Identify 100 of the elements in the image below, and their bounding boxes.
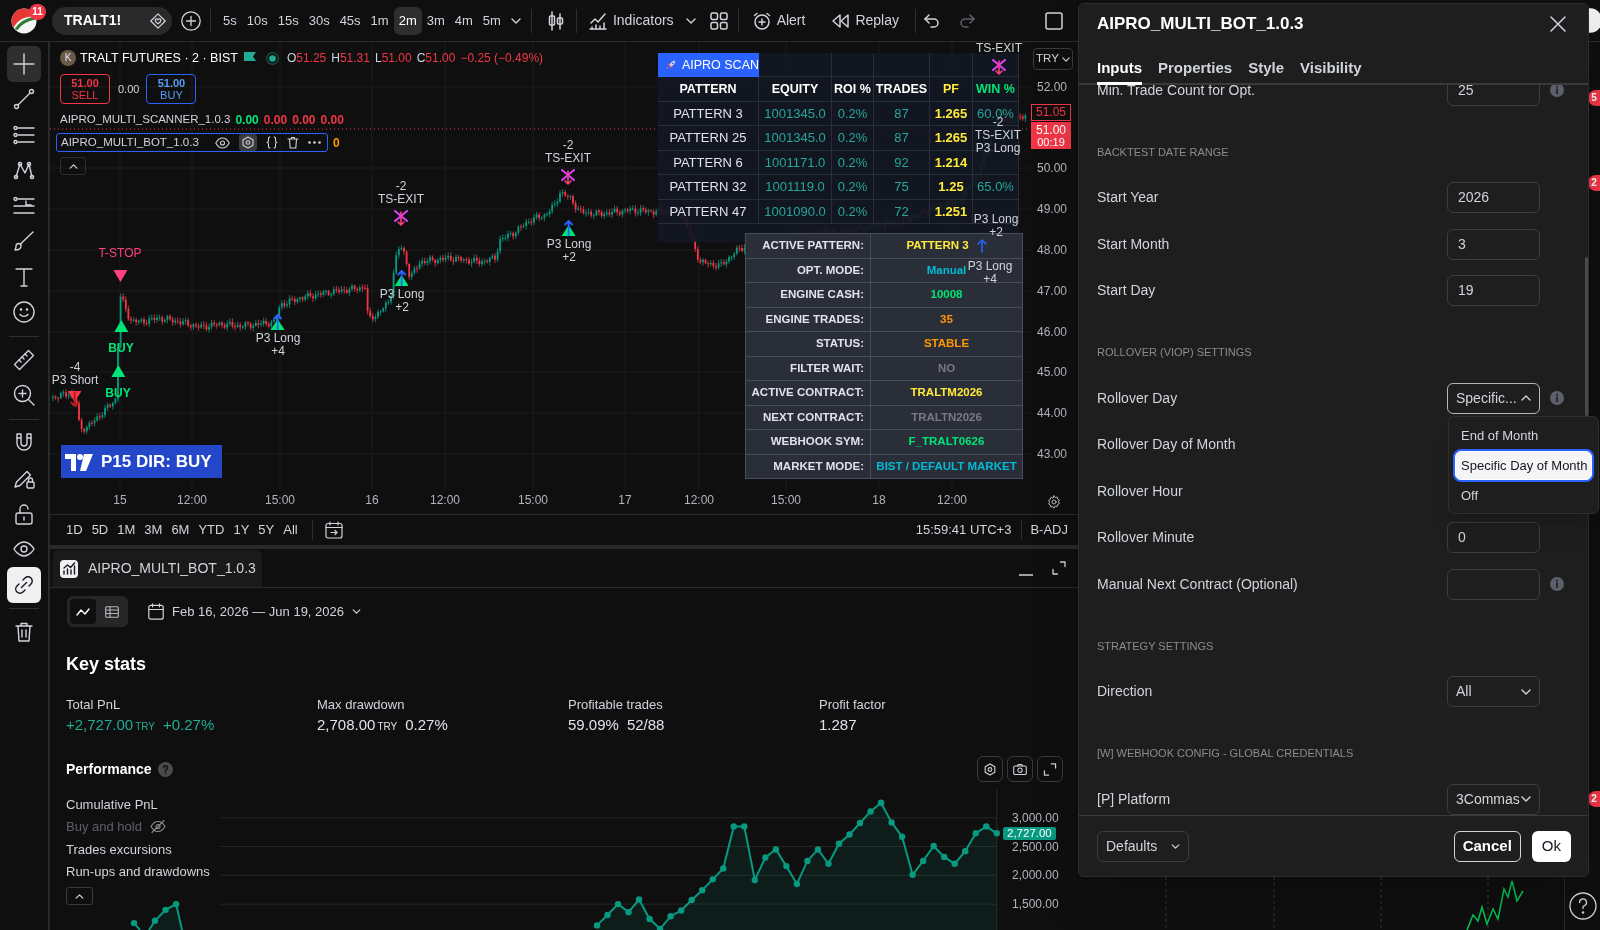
caret-icon[interactable] — [510, 17, 521, 24]
dropdown-option[interactable]: Off — [1455, 481, 1592, 510]
interval-button[interactable]: 5m — [477, 6, 506, 35]
stat-label: Total PnL — [66, 696, 122, 714]
dropdown[interactable]: All — [1447, 676, 1540, 708]
candlestick-icon[interactable] — [546, 10, 565, 31]
info-icon[interactable] — [1550, 577, 1564, 592]
column-header: ROI % — [832, 77, 874, 102]
redo-icon[interactable] — [959, 13, 975, 28]
range-button[interactable]: 3M — [140, 518, 167, 542]
caret-icon[interactable] — [685, 17, 696, 24]
last-price: 51.00 — [1036, 123, 1066, 136]
data-point — [877, 799, 885, 806]
dialog-tab[interactable]: Properties — [1158, 59, 1233, 85]
dialog-tab[interactable]: Inputs — [1097, 59, 1142, 85]
data-point — [867, 808, 874, 815]
interval-button[interactable]: 1m — [365, 6, 394, 35]
range-button[interactable]: 5Y — [254, 518, 279, 542]
dialog-tab[interactable]: Style — [1248, 59, 1285, 85]
number-input[interactable]: 3 — [1447, 228, 1540, 260]
calendar-go-icon[interactable] — [324, 521, 343, 539]
range-button[interactable]: 6M — [167, 518, 194, 542]
data-point — [635, 896, 643, 903]
number-input[interactable]: 19 — [1447, 275, 1540, 307]
data-point — [793, 880, 801, 888]
currency-dropdown[interactable]: TRY — [1033, 48, 1073, 70]
trash-icon — [13, 621, 35, 644]
interval-button[interactable]: 10s — [241, 6, 273, 35]
ruler-icon — [13, 348, 35, 371]
symbol-search-button[interactable]: TRALT1! — [52, 6, 172, 35]
settings-icon[interactable] — [1047, 495, 1061, 509]
collapse-button[interactable] — [66, 887, 93, 905]
replay-button[interactable]: Replay — [825, 5, 905, 36]
column-header: PATTERN — [658, 77, 759, 102]
link-icon — [13, 573, 35, 596]
dropdown-option[interactable]: Specific Day of Month — [1455, 451, 1592, 480]
range-button[interactable]: 1M — [113, 518, 140, 542]
fullscreen-button[interactable] — [1037, 756, 1063, 782]
interval-button[interactable]: 15s — [272, 6, 304, 35]
number-input[interactable]: 0 — [1447, 522, 1540, 554]
interval-button[interactable]: 5s — [218, 6, 242, 35]
column-header: WIN % — [973, 77, 1019, 102]
number-input[interactable]: 25 — [1447, 85, 1540, 106]
range-button[interactable]: All — [279, 518, 302, 542]
help-icon[interactable] — [1568, 892, 1597, 920]
info-icon[interactable] — [1550, 85, 1564, 98]
scrollbar[interactable] — [1585, 257, 1588, 416]
strategy-tab[interactable]: AIPRO_MULTI_BOT_1.0.3 — [53, 550, 262, 587]
square-icon[interactable] — [1045, 11, 1063, 30]
range-button[interactable]: YTD — [194, 518, 229, 542]
interval-button[interactable]: 3m — [421, 6, 450, 35]
screenshot-button[interactable] — [1007, 756, 1033, 782]
adjustment-button[interactable]: B-ADJ — [1026, 518, 1072, 542]
defaults-dropdown[interactable]: Defaults — [1097, 830, 1189, 862]
zoom-in-icon — [13, 384, 35, 407]
interval-button[interactable]: 2m — [393, 6, 422, 35]
layout-grid-icon[interactable] — [709, 11, 728, 30]
stat-value: 2,708.00 — [317, 715, 376, 735]
interval-button[interactable]: 4m — [449, 6, 478, 35]
close-icon[interactable] — [1550, 16, 1566, 32]
settings-button[interactable] — [977, 756, 1003, 782]
cancel-button[interactable]: Cancel — [1453, 830, 1521, 862]
legend-item[interactable]: Trades excursions — [66, 839, 172, 859]
range-button[interactable]: 1D — [62, 518, 87, 542]
interval-button[interactable]: 30s — [303, 6, 335, 35]
data-point — [688, 896, 695, 904]
range-button[interactable]: 5D — [87, 518, 113, 542]
crosshair-button[interactable] — [7, 46, 41, 82]
dropdown-option[interactable]: End of Month — [1455, 421, 1592, 450]
avatar-icon[interactable] — [1589, 8, 1600, 33]
undo-icon[interactable] — [924, 13, 940, 28]
eye-off-icon[interactable] — [149, 820, 166, 834]
legend-item[interactable]: Cumulative PnL — [66, 794, 158, 814]
curve-fragment — [130, 900, 183, 930]
link-button[interactable] — [7, 567, 41, 603]
dropdown[interactable]: 3Commas — [1447, 783, 1540, 815]
chevron-up-icon — [75, 893, 84, 899]
date-range-button[interactable]: Feb 16, 2026 — Jun 19, 2026 — [148, 596, 361, 627]
range-button[interactable]: 1Y — [229, 518, 254, 542]
text-input[interactable] — [1447, 568, 1540, 600]
ok-button[interactable]: Ok — [1531, 830, 1571, 862]
data-point — [614, 900, 622, 908]
indicators-button[interactable]: Indicators — [582, 5, 680, 36]
dialog-tab[interactable]: Visibility — [1300, 59, 1362, 85]
interval-button[interactable]: 45s — [334, 6, 366, 35]
buy-button[interactable]: 51.00 BUY — [146, 74, 197, 104]
data-point — [983, 823, 990, 830]
plus-icon[interactable] — [181, 10, 201, 31]
dropdown[interactable]: Specific... — [1447, 382, 1540, 414]
flag-icon[interactable] — [243, 52, 256, 64]
view-button[interactable] — [70, 599, 96, 624]
info-icon[interactable] — [1550, 391, 1564, 406]
alert-button[interactable]: Alert — [746, 5, 812, 36]
price-label: 50.00 — [1037, 161, 1068, 175]
data-point — [625, 908, 632, 916]
legend-item[interactable]: Run-ups and drawdowns — [66, 862, 210, 882]
sell-button[interactable]: 51.00 SELL — [60, 74, 110, 104]
stat-value: 1.287 — [819, 715, 857, 735]
number-input[interactable]: 2026 — [1447, 182, 1540, 214]
maximize-icon[interactable] — [1052, 561, 1066, 575]
